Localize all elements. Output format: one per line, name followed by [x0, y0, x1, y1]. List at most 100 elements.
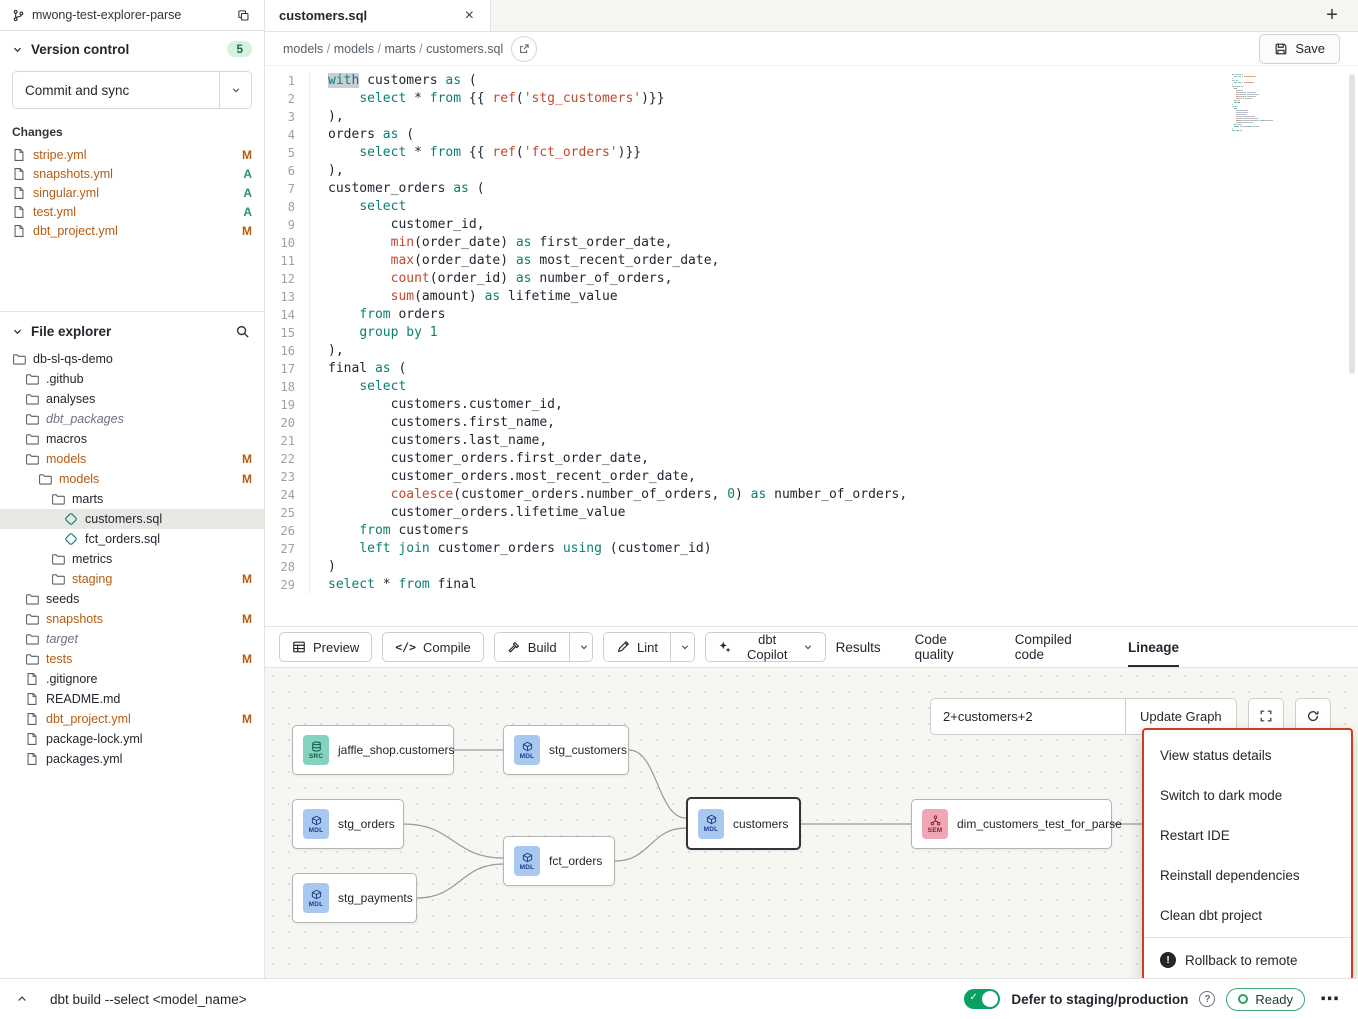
tree-item-seeds[interactable]: seeds	[0, 589, 264, 609]
tree-item-models[interactable]: modelsM	[0, 469, 264, 489]
tab-code-quality[interactable]: Code quality	[915, 627, 981, 667]
lineage-node-jaffle-shop-customers[interactable]: SRCjaffle_shop.customers	[292, 725, 454, 775]
tree-item-customers-sql[interactable]: customers.sql	[0, 509, 264, 529]
tab-results[interactable]: Results	[836, 627, 881, 667]
code-line[interactable]: 26 from customers	[265, 522, 1358, 540]
lineage-node-stg-payments[interactable]: MDLstg_payments	[292, 873, 417, 923]
changed-file-stripe-yml[interactable]: stripe.ymlM	[0, 145, 264, 164]
tree-item-analyses[interactable]: analyses	[0, 389, 264, 409]
lineage-node-fct-orders[interactable]: MDLfct_orders	[503, 836, 615, 886]
code-line[interactable]: 13 sum(amount) as lifetime_value	[265, 288, 1358, 306]
tree-item-db-sl-qs-demo[interactable]: db-sl-qs-demo	[0, 349, 264, 369]
breadcrumb-item[interactable]: models	[283, 42, 334, 56]
code-line[interactable]: 25 customer_orders.lifetime_value	[265, 504, 1358, 522]
menu-item-clean-dbt-project[interactable]: Clean dbt project	[1144, 895, 1351, 935]
save-button[interactable]: Save	[1259, 34, 1340, 64]
tree-item-macros[interactable]: macros	[0, 429, 264, 449]
code-line[interactable]: 10 min(order_date) as first_order_date,	[265, 234, 1358, 252]
code-line[interactable]: 17final as (	[265, 360, 1358, 378]
tree-item-fct-orders-sql[interactable]: fct_orders.sql	[0, 529, 264, 549]
tree-item-readme-md[interactable]: README.md	[0, 689, 264, 709]
status-badge[interactable]: Ready	[1226, 988, 1305, 1011]
code-line[interactable]: 15 group by 1	[265, 324, 1358, 342]
copy-branch-button[interactable]	[235, 7, 252, 24]
defer-toggle[interactable]: ✓	[964, 989, 1000, 1009]
code-line[interactable]: 28)	[265, 558, 1358, 576]
code-line[interactable]: 21 customers.last_name,	[265, 432, 1358, 450]
breadcrumb-item[interactable]: marts	[384, 42, 426, 56]
tree-item-metrics[interactable]: metrics	[0, 549, 264, 569]
lineage-node-customers[interactable]: MDLcustomers	[686, 797, 801, 850]
code-line[interactable]: 20 customers.first_name,	[265, 414, 1358, 432]
build-options-button[interactable]	[569, 633, 593, 661]
code-line[interactable]: 12 count(order_id) as number_of_orders,	[265, 270, 1358, 288]
code-line[interactable]: 24 coalesce(customer_orders.number_of_or…	[265, 486, 1358, 504]
changed-file-snapshots-yml[interactable]: snapshots.ymlA	[0, 164, 264, 183]
tree-item-marts[interactable]: marts	[0, 489, 264, 509]
commit-and-sync-button[interactable]: Commit and sync	[13, 72, 219, 108]
menu-item-view-status-details[interactable]: View status details	[1144, 735, 1351, 775]
code-line[interactable]: 2 select * from {{ ref('stg_customers')}…	[265, 90, 1358, 108]
tab-lineage[interactable]: Lineage	[1128, 627, 1179, 667]
tree-item-dbt-packages[interactable]: dbt_packages	[0, 409, 264, 429]
code-line[interactable]: 8 select	[265, 198, 1358, 216]
tree-item-tests[interactable]: testsM	[0, 649, 264, 669]
menu-item-switch-to-dark-mode[interactable]: Switch to dark mode	[1144, 775, 1351, 815]
lineage-node-dim-customers-test-for-parse[interactable]: SEMdim_customers_test_for_parse	[911, 799, 1112, 849]
dbt-copilot-button[interactable]: dbt Copilot	[705, 632, 826, 662]
lineage-node-stg-orders[interactable]: MDLstg_orders	[292, 799, 404, 849]
code-line[interactable]: 4orders as (	[265, 126, 1358, 144]
collapse-panel-button[interactable]	[14, 991, 30, 1007]
code-line[interactable]: 9 customer_id,	[265, 216, 1358, 234]
menu-item-restart-ide[interactable]: Restart IDE	[1144, 815, 1351, 855]
code-line[interactable]: 5 select * from {{ ref('fct_orders')}}	[265, 144, 1358, 162]
code-line[interactable]: 11 max(order_date) as most_recent_order_…	[265, 252, 1358, 270]
code-line[interactable]: 23 customer_orders.most_recent_order_dat…	[265, 468, 1358, 486]
changed-file-dbt-project-yml[interactable]: dbt_project.ymlM	[0, 221, 264, 240]
tab-compiled-code[interactable]: Compiled code	[1015, 627, 1094, 667]
open-link-button[interactable]	[511, 36, 537, 62]
code-line[interactable]: 22 customer_orders.first_order_date,	[265, 450, 1358, 468]
changed-file-test-yml[interactable]: test.ymlA	[0, 202, 264, 221]
tree-item-gitignore[interactable]: .gitignore	[0, 669, 264, 689]
lint-options-button[interactable]	[670, 633, 695, 661]
commit-options-button[interactable]	[219, 72, 251, 108]
tab-customers-sql[interactable]: customers.sql ×	[265, 0, 491, 31]
file-search-button[interactable]	[233, 322, 252, 341]
lineage-panel[interactable]: SRCjaffle_shop.customers MDLstg_customers…	[265, 668, 1358, 978]
code-line[interactable]: 7customer_orders as (	[265, 180, 1358, 198]
tree-item-github[interactable]: .github	[0, 369, 264, 389]
code-line[interactable]: 29select * from final	[265, 576, 1358, 594]
tree-item-dbt-project-yml[interactable]: dbt_project.ymlM	[0, 709, 264, 729]
code-editor[interactable]: 1with customers as (2 select * from {{ r…	[265, 66, 1358, 626]
tree-item-package-lock-yml[interactable]: package-lock.yml	[0, 729, 264, 749]
tree-item-target[interactable]: target	[0, 629, 264, 649]
code-line[interactable]: 16),	[265, 342, 1358, 360]
file-explorer-header[interactable]: File explorer	[0, 312, 264, 349]
code-line[interactable]: 6),	[265, 162, 1358, 180]
lineage-node-stg-customers[interactable]: MDLstg_customers	[503, 725, 629, 775]
code-line[interactable]: 1with customers as (	[265, 72, 1358, 90]
close-tab-button[interactable]: ×	[463, 8, 476, 24]
new-tab-button[interactable]: +	[1314, 0, 1350, 31]
code-line[interactable]: 14 from orders	[265, 306, 1358, 324]
compile-button[interactable]: </> Compile	[382, 632, 483, 662]
changed-file-singular-yml[interactable]: singular.ymlA	[0, 183, 264, 202]
breadcrumb-item[interactable]: customers.sql	[426, 42, 503, 56]
breadcrumb-item[interactable]: models	[334, 42, 385, 56]
code-line[interactable]: 27 left join customer_orders using (cust…	[265, 540, 1358, 558]
menu-item-reinstall-dependencies[interactable]: Reinstall dependencies	[1144, 855, 1351, 895]
lineage-selector-input[interactable]	[930, 698, 1126, 735]
version-control-header[interactable]: Version control 5	[0, 31, 264, 65]
code-line[interactable]: 3),	[265, 108, 1358, 126]
code-line[interactable]: 19 customers.customer_id,	[265, 396, 1358, 414]
preview-button[interactable]: Preview	[279, 632, 372, 662]
code-line[interactable]: 18 select	[265, 378, 1358, 396]
minimap[interactable]	[1232, 74, 1290, 132]
tree-item-staging[interactable]: stagingM	[0, 569, 264, 589]
tree-item-snapshots[interactable]: snapshotsM	[0, 609, 264, 629]
menu-item-rollback-to-remote[interactable]: !Rollback to remote	[1144, 940, 1351, 978]
help-icon[interactable]: ?	[1199, 991, 1215, 1007]
more-options-button[interactable]: ⋯	[1316, 988, 1344, 1011]
tree-item-models[interactable]: modelsM	[0, 449, 264, 469]
